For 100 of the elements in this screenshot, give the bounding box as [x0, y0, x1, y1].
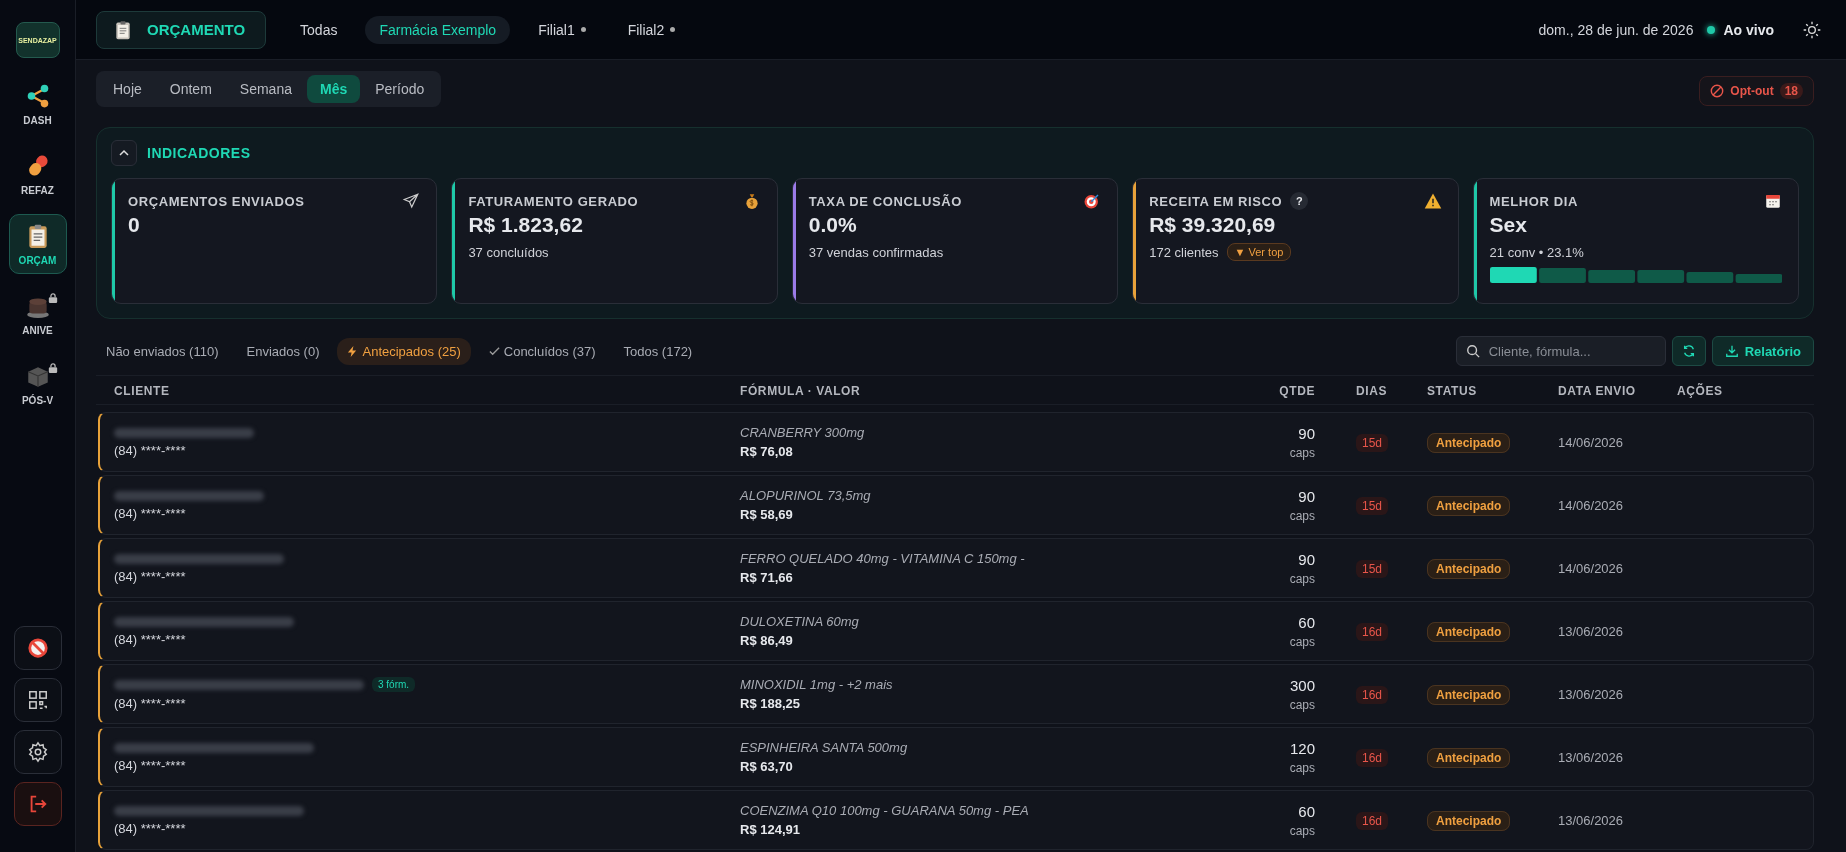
sidebar-item[interactable]: ANIVE — [8, 284, 67, 344]
formula-value: R$ 188,25 — [740, 696, 801, 711]
quantity-unit: caps — [1289, 760, 1315, 775]
sidebar-item[interactable]: REFAZ — [8, 144, 67, 204]
sun-icon[interactable] — [1802, 19, 1822, 40]
formula-name: MINOXIDIL 1mg - +2 mais — [740, 677, 894, 692]
formula-count-badge: 3 fórm. — [372, 677, 416, 692]
see-top-button[interactable]: ▼ Ver top — [1226, 243, 1292, 261]
kpi-title: FATURAMENTO GERADO — [468, 193, 639, 209]
formula-value: R$ 71,66 — [740, 570, 794, 585]
qr-code-icon — [26, 689, 49, 711]
sent-date: 13/06/2026 — [1558, 624, 1624, 639]
table-row[interactable]: 3 fórm. (84) ****-**** MINOXIDIL 1mg - +2 mais R$ 188,25 300 caps 16d Antecipado 13/06/2026 — [98, 664, 1814, 724]
formula-value: R$ 86,49 — [740, 633, 794, 648]
clipboard-icon — [113, 19, 133, 40]
days-badge: 15d — [1356, 560, 1389, 578]
settings-button[interactable] — [13, 730, 62, 774]
quantity: 60 — [1298, 613, 1315, 631]
kpi-value: 0 — [128, 213, 141, 237]
kpi-title: ORÇAMENTOS ENVIADOS — [128, 193, 305, 209]
sidebar-item[interactable]: PÓS-V — [8, 354, 67, 414]
phone-number: (84) ****-**** — [114, 631, 187, 647]
kpi-value: R$ 1.823,62 — [468, 213, 584, 237]
opt-out-button[interactable]: Opt-out 18 — [1699, 76, 1814, 106]
table-row[interactable]: (84) ****-**** ESPINHEIRA SANTA 500mg R$ 63,70 120 caps 16d Antecipado 13/06/2026 — [98, 727, 1814, 787]
column-header: CLIENTE — [114, 384, 170, 398]
filter-tab[interactable]: Todos (172) — [613, 337, 703, 365]
table-row[interactable]: (84) ****-**** ALOPURINOL 73,5mg R$ 58,69 90 caps 15d Antecipado 14/06/2026 — [98, 475, 1814, 535]
period-tab[interactable]: Mês — [306, 75, 361, 103]
table-row[interactable]: (84) ****-**** COENZIMA Q10 100mg - GUARANA 50mg - PEA R$ 124,91 60 caps 16d Antecipado 13/06/2026 — [98, 790, 1814, 850]
quantity: 90 — [1298, 487, 1315, 505]
send-icon — [402, 192, 421, 210]
days-badge: 15d — [1356, 434, 1389, 452]
formula-value: R$ 76,08 — [740, 444, 794, 459]
sidebar-item[interactable]: DASH — [8, 74, 67, 134]
table-row[interactable]: (84) ****-**** FERRO QUELADO 40mg - VITAMINA C 150mg - R$ 71,66 90 caps 15d Antecipado 14/06/2026 — [98, 538, 1814, 598]
opt-out-count: 18 — [1779, 83, 1803, 99]
help-badge[interactable]: ? — [1290, 192, 1309, 210]
days-badge: 16d — [1356, 623, 1389, 641]
formula-name: CRANBERRY 300mg — [740, 425, 866, 440]
quantity-unit: caps — [1289, 508, 1315, 523]
period-tab[interactable]: Período — [362, 75, 438, 103]
column-header: FÓRMULA · VALOR — [740, 384, 861, 398]
status-badge: Antecipado — [1427, 496, 1511, 516]
kpi-subtext: 21 conv • 23.1% — [1489, 244, 1584, 260]
column-header: DATA ENVIO — [1558, 384, 1636, 398]
days-badge: 16d — [1356, 812, 1389, 830]
store-tab[interactable]: Filial2 — [613, 15, 690, 44]
filter-tab[interactable]: Não enviados (110) — [96, 337, 229, 365]
formula-name: COENZIMA Q10 100mg - GUARANA 50mg - PEA — [740, 803, 1030, 818]
quantity: 120 — [1289, 739, 1315, 757]
sidebar-item[interactable]: ORÇAM — [8, 214, 67, 274]
days-badge: 15d — [1356, 497, 1389, 515]
store-tab[interactable]: Todas — [286, 15, 352, 44]
lock-icon — [47, 363, 58, 373]
quantity-unit: caps — [1289, 571, 1315, 586]
calendar-icon — [1764, 192, 1782, 210]
period-tab[interactable]: Semana — [226, 75, 305, 103]
settings-icon — [26, 741, 49, 763]
formula-name: FERRO QUELADO 40mg - VITAMINA C 150mg - — [740, 551, 1026, 566]
report-button[interactable]: Relatório — [1711, 336, 1814, 366]
logout-button[interactable] — [13, 782, 62, 826]
kpi-title: TAXA DE CONCLUSÃO — [808, 193, 962, 209]
store-tab[interactable]: Filial1 — [524, 15, 600, 44]
formula-value: R$ 124,91 — [740, 822, 801, 837]
days-badge: 16d — [1356, 686, 1389, 704]
status-badge: Antecipado — [1427, 559, 1511, 579]
phone-number: (84) ****-**** — [114, 505, 187, 521]
search-icon — [1465, 344, 1480, 358]
formula-value: R$ 58,69 — [740, 507, 794, 522]
period-tab[interactable]: Ontem — [156, 75, 225, 103]
formula-name: DULOXETINA 60mg — [740, 614, 860, 629]
formula-value: R$ 63,70 — [740, 759, 794, 774]
kpi-value: R$ 39.320,69 — [1149, 213, 1277, 237]
current-date: dom., 28 de jun. de 2026 — [1538, 21, 1694, 38]
days-badge: 16d — [1356, 749, 1389, 767]
status-badge: Antecipado — [1427, 811, 1511, 831]
filter-tab[interactable]: Enviados (0) — [236, 337, 330, 365]
filter-tab[interactable]: Antecipados (25) — [337, 337, 471, 365]
refresh-button[interactable] — [1671, 336, 1706, 366]
target-icon — [1083, 192, 1102, 210]
table-row[interactable]: (84) ****-**** DULOXETINA 60mg R$ 86,49 60 caps 16d Antecipado 13/06/2026 — [98, 601, 1814, 661]
status-badge: Antecipado — [1427, 622, 1511, 642]
sent-date: 14/06/2026 — [1558, 561, 1624, 576]
download-icon — [1724, 344, 1739, 358]
kpi-subtext: 172 clientes — [1149, 244, 1219, 260]
quantity-unit: caps — [1289, 634, 1315, 649]
store-tab[interactable]: Farmácia Exemplo — [365, 15, 511, 44]
kpi-value: Sex — [1489, 213, 1528, 237]
column-header: AÇÕES — [1677, 384, 1723, 398]
live-status: Ao vivo — [1723, 21, 1774, 38]
block-icon — [1710, 84, 1725, 98]
block-button[interactable] — [13, 626, 62, 670]
period-tab[interactable]: Hoje — [100, 75, 155, 103]
page-title: ORÇAMENTO — [96, 10, 267, 49]
qr-code-button[interactable] — [13, 678, 62, 722]
search-field[interactable]: Cliente, fórmula... — [1455, 336, 1666, 366]
filter-tab[interactable]: Concluídos (37) — [478, 337, 606, 365]
table-row[interactable]: (84) ****-**** CRANBERRY 300mg R$ 76,08 90 caps 15d Antecipado 14/06/2026 — [98, 412, 1814, 472]
collapse-button[interactable] — [111, 140, 137, 166]
